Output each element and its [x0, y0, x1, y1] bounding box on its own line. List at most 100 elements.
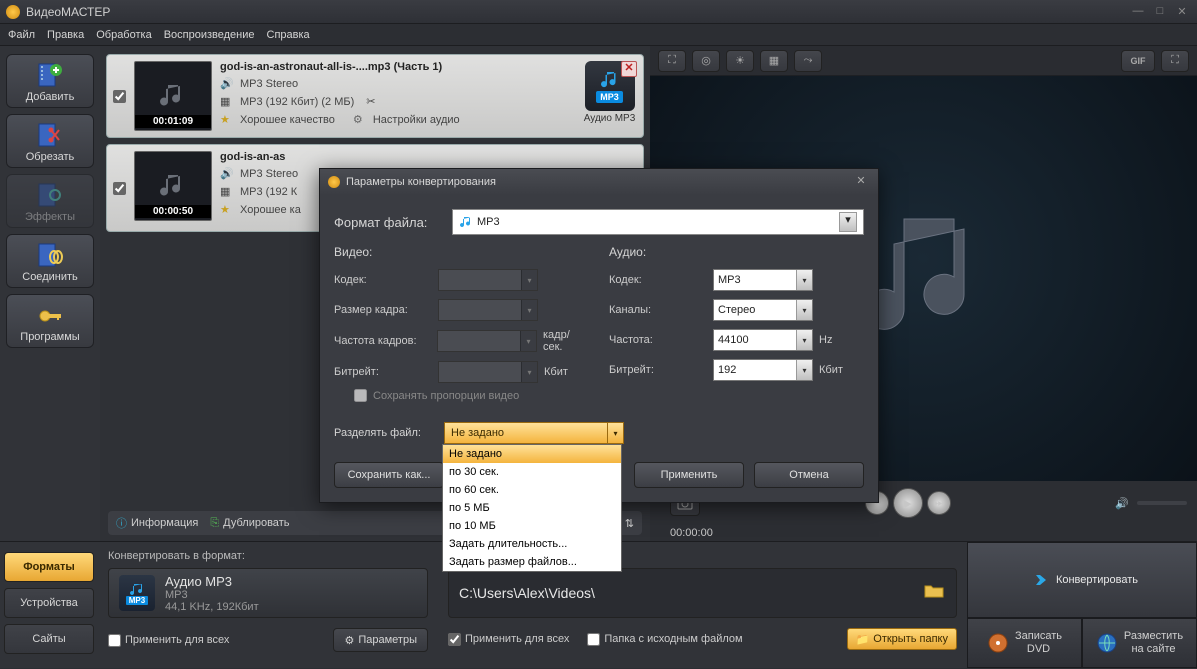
- tool-add-label: Добавить: [26, 91, 75, 103]
- format-select[interactable]: MP3 ▾: [452, 209, 864, 235]
- speaker-icon: 🔊: [220, 77, 234, 91]
- fmt-caption: Аудио MP3: [582, 113, 637, 124]
- info-button[interactable]: ⓘИнформация: [116, 515, 198, 531]
- tab-devices[interactable]: Устройства: [4, 588, 94, 618]
- tool-programs-label: Программы: [20, 331, 79, 343]
- preview-toolbar: ⛶ ◎ ☀ ▦ ⤳ GIF ⛶: [650, 46, 1197, 76]
- sort-button[interactable]: ⇅: [625, 517, 634, 530]
- film-icon[interactable]: ▦: [760, 50, 788, 72]
- convert-button[interactable]: Конвертировать: [967, 542, 1197, 618]
- frame-select: ▾: [438, 299, 538, 321]
- keep-aspect-checkbox: [354, 389, 367, 402]
- remove-file-button[interactable]: ✕: [621, 61, 637, 77]
- file-checkbox[interactable]: [113, 182, 126, 195]
- split-option[interactable]: Задать длительность...: [443, 535, 621, 553]
- tool-join[interactable]: Соединить: [6, 234, 94, 288]
- gear-icon: ⚙: [344, 634, 354, 647]
- film-scissors-icon: [11, 121, 89, 149]
- gif-button[interactable]: GIF: [1121, 50, 1155, 72]
- open-folder-button[interactable]: 📁Открыть папку: [847, 628, 957, 650]
- menu-bar: Файл Правка Обработка Воспроизведение Сп…: [0, 24, 1197, 46]
- fps-label: Частота кадров:: [334, 335, 431, 347]
- play-button[interactable]: ▶: [893, 488, 923, 518]
- write-dvd-button[interactable]: Записать DVD: [967, 618, 1082, 668]
- file-codec: MP3 (192 К: [240, 186, 297, 198]
- split-option[interactable]: Не задано: [443, 445, 621, 463]
- save-footer: Применить для всех Папка с исходным файл…: [448, 628, 957, 650]
- tool-effects: Эффекты: [6, 174, 94, 228]
- browse-folder-button[interactable]: [924, 583, 946, 603]
- tool-cut[interactable]: Обрезать: [6, 114, 94, 168]
- next-button[interactable]: ⏭: [927, 491, 951, 515]
- camera-icon[interactable]: ◎: [692, 50, 720, 72]
- format-footer: Применить для всех ⚙Параметры: [108, 628, 428, 652]
- publish-label: Разместить на сайте: [1124, 630, 1183, 656]
- menu-playback[interactable]: Воспроизведение: [164, 29, 255, 41]
- file-title: god-is-an-as: [220, 151, 637, 163]
- app-logo-icon: [6, 5, 20, 19]
- split-option[interactable]: по 10 МБ: [443, 517, 621, 535]
- params-button[interactable]: ⚙Параметры: [333, 628, 428, 652]
- save-path: C:\Users\Alex\Videos\: [459, 585, 914, 601]
- volume-icon[interactable]: 🔊: [1115, 497, 1129, 510]
- apply-all-checkbox[interactable]: [108, 634, 121, 647]
- file-checkbox[interactable]: [113, 90, 126, 103]
- menu-file[interactable]: Файл: [8, 29, 35, 41]
- close-button[interactable]: ✕: [1173, 5, 1191, 19]
- scissors-icon[interactable]: ✂: [366, 95, 380, 109]
- publish-button[interactable]: Разместить на сайте: [1082, 618, 1197, 668]
- tool-programs[interactable]: Программы: [6, 294, 94, 348]
- freq-select[interactable]: 44100▾: [713, 329, 813, 351]
- file-settings[interactable]: Настройки аудио: [373, 114, 460, 126]
- file-thumbnail: 00:01:09: [134, 61, 212, 131]
- split-select[interactable]: Не задано▾: [444, 422, 624, 444]
- format-spec: 44,1 KHz, 192Кбит: [165, 601, 259, 613]
- brightness-icon[interactable]: ☀: [726, 50, 754, 72]
- tool-add[interactable]: Добавить: [6, 54, 94, 108]
- split-option[interactable]: Задать размер файлов...: [443, 553, 621, 571]
- video-column: Видео: Кодек:▾ Размер кадра:▾ Частота ка…: [334, 245, 589, 402]
- tab-sites[interactable]: Сайты: [4, 624, 94, 654]
- crop-icon[interactable]: ⛶: [658, 50, 686, 72]
- menu-edit[interactable]: Правка: [47, 29, 84, 41]
- maximize-button[interactable]: □: [1151, 5, 1169, 19]
- menu-process[interactable]: Обработка: [96, 29, 151, 41]
- audio-bitrate-select[interactable]: 192▾: [713, 359, 813, 381]
- cancel-button[interactable]: Отмена: [754, 462, 864, 488]
- channels-select[interactable]: Стерео▾: [713, 299, 813, 321]
- chevron-down-icon: ▾: [607, 423, 623, 443]
- dialog-close-button[interactable]: ✕: [852, 174, 870, 190]
- globe-icon: [1096, 632, 1118, 654]
- file-codec: MP3 (192 Кбит) (2 МБ): [240, 96, 354, 108]
- write-dvd-label: Записать DVD: [1015, 630, 1062, 656]
- source-folder-checkbox[interactable]: [587, 633, 600, 646]
- file-item[interactable]: 00:01:09 god-is-an-astronaut-all-is-....…: [106, 54, 644, 138]
- codec-icon: ▦: [220, 185, 234, 199]
- volume-slider[interactable]: [1137, 501, 1187, 505]
- split-option[interactable]: по 5 МБ: [443, 499, 621, 517]
- star-icon: ★: [220, 113, 234, 127]
- video-codec-label: Кодек:: [334, 274, 432, 286]
- split-option[interactable]: по 60 сек.: [443, 481, 621, 499]
- split-option[interactable]: по 30 сек.: [443, 463, 621, 481]
- speed-icon[interactable]: ⤳: [794, 50, 822, 72]
- audio-codec-select[interactable]: MP3▾: [713, 269, 813, 291]
- gear-icon[interactable]: ⚙: [353, 113, 367, 127]
- file-info: god-is-an-astronaut-all-is-....mp3 (Част…: [220, 61, 574, 131]
- convert-params-dialog: Параметры конвертирования ✕ Формат файла…: [319, 168, 879, 503]
- save-apply-checkbox[interactable]: [448, 633, 461, 646]
- split-row: Разделять файл: Не задано▾ Не задано по …: [334, 422, 864, 444]
- source-folder-label: Папка с исходным файлом: [604, 633, 742, 645]
- save-as-button[interactable]: Сохранить как...: [334, 462, 444, 488]
- format-selector[interactable]: MP3 Аудио MP3MP344,1 KHz, 192Кбит: [108, 568, 428, 618]
- codec-icon: ▦: [220, 95, 234, 109]
- tool-join-label: Соединить: [22, 271, 78, 283]
- menu-help[interactable]: Справка: [267, 29, 310, 41]
- minimize-button[interactable]: —: [1129, 5, 1147, 19]
- apply-button[interactable]: Применить: [634, 462, 744, 488]
- duplicate-button[interactable]: ⎘Дублировать: [210, 517, 289, 530]
- fullscreen-icon[interactable]: ⛶: [1161, 50, 1189, 72]
- freq-label: Частота:: [609, 334, 707, 346]
- tab-formats[interactable]: Форматы: [4, 552, 94, 582]
- arrow-right-icon: [1026, 569, 1048, 591]
